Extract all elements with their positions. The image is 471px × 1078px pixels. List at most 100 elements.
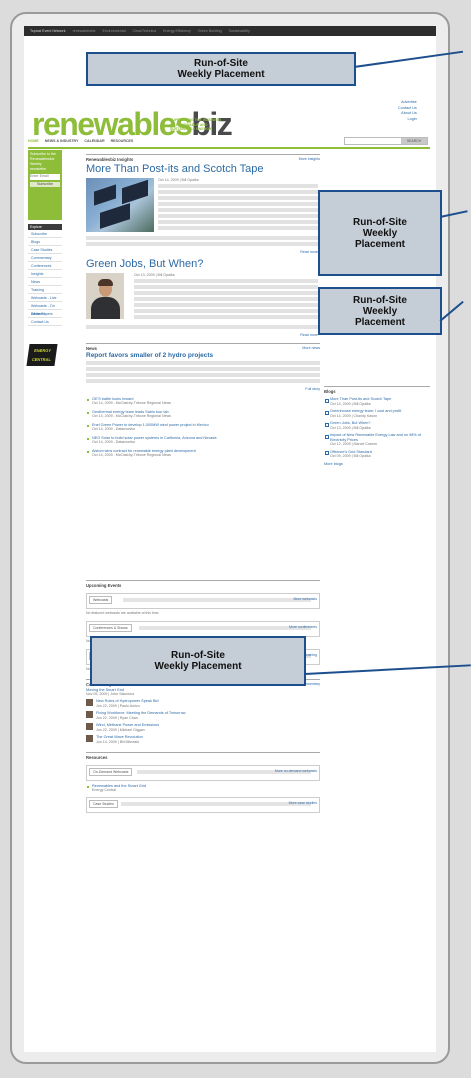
news-lead-title[interactable]: Report favors smaller of 2 hydro project… xyxy=(86,352,320,359)
text-line xyxy=(134,315,318,319)
topbar-item[interactable]: Topical Event Network xyxy=(30,29,66,33)
right-placement-banner-2: Run-of-Site Weekly Placement xyxy=(318,287,442,335)
topbar-item[interactable]: renewablesbiz xyxy=(73,29,96,33)
about-link[interactable]: About Us xyxy=(398,111,417,117)
insight-body: Oct 14, 2009 | Bill Opalka xyxy=(158,178,318,230)
blog-link[interactable]: Impact of New Renewable Energy Law and o… xyxy=(330,433,430,442)
resources-header: Resources xyxy=(86,752,320,761)
sidebar-item[interactable]: Commentary xyxy=(28,254,62,262)
topbar-item[interactable]: Energy Efficiency xyxy=(163,29,191,33)
sidebar-item[interactable]: Conferences xyxy=(28,262,62,270)
text-line xyxy=(158,220,318,224)
commentary-link[interactable]: New Roles of Hydropower Speak Bid xyxy=(96,699,158,704)
more-news-link[interactable]: More news xyxy=(302,346,320,352)
more-webcasts-link[interactable]: More webcasts xyxy=(293,597,317,601)
placement-label: Weekly Placement xyxy=(177,69,265,80)
commentary-link[interactable]: Wind, Methane Power and Emissions xyxy=(96,723,159,728)
news-header: News More news xyxy=(86,343,320,352)
blog-date: Oct 14, 2009 | Chandy Kason xyxy=(330,413,378,418)
sidebar-item[interactable]: Webcasts - Live xyxy=(28,294,62,302)
sidebar-item[interactable]: Case Studies xyxy=(28,246,62,254)
sidebar-item[interactable]: Webcasts - On Demand xyxy=(28,302,62,316)
list-item: Enel Green Power to develop 1,000MW wind… xyxy=(86,423,320,431)
insight-headline[interactable]: More Than Post-its and Scotch Tape xyxy=(86,163,320,176)
placement-label: Run-of-Site xyxy=(194,58,248,69)
text-line xyxy=(134,309,318,313)
news-source: Oct 14, 2009 - McClatchy-Tribune Regiona… xyxy=(92,414,171,418)
nav-home[interactable]: HOME xyxy=(28,139,39,143)
text-line xyxy=(134,285,318,289)
right-placement-banner-1: Run-of-Site Weekly Placement xyxy=(318,190,442,276)
placement-label: Run-of-Site xyxy=(353,294,407,306)
commentary-item: The Great Wave Revolution Jun 14, 2009 | … xyxy=(86,735,320,744)
more-blogs-link[interactable]: More blogs xyxy=(324,462,430,466)
search-input[interactable]: SEARCH xyxy=(344,137,428,145)
login-link[interactable]: Login xyxy=(398,117,416,123)
tab-conferences[interactable]: Conferences & Shows xyxy=(89,624,132,632)
tab-webcasts[interactable]: Webcasts xyxy=(89,596,113,604)
text-line xyxy=(158,190,318,194)
insights-header: Renewablesbiz Insights More insights xyxy=(86,154,320,163)
sidebar-item[interactable]: Insights xyxy=(28,270,62,278)
more-ondemand-link[interactable]: More on-demand webcasts xyxy=(275,769,317,773)
read-more-link[interactable]: Read more xyxy=(86,333,318,337)
sidebar-item[interactable]: Contact Us xyxy=(28,318,62,326)
list-item: Alstom wins contract for renewable energ… xyxy=(86,449,320,457)
text-line xyxy=(134,303,318,307)
page-bottom xyxy=(24,1052,436,1054)
more-case-studies-link[interactable]: More case studies xyxy=(289,801,317,805)
more-conferences-link[interactable]: More conferences xyxy=(289,625,317,629)
commentary-item: New Roles of Hydropower Speak Bid Jun 22,… xyxy=(86,699,320,708)
list-item: GE'S battle looks Inward Oct 14, 2009 - … xyxy=(86,397,320,405)
commentary-item: Fixing Workforce: Meeting the Demands of… xyxy=(86,711,320,720)
topbar-item[interactable]: Sustainability xyxy=(229,29,250,33)
news-source: Oct 14, 2009 - McClatchy-Tribune Regiona… xyxy=(92,453,171,457)
author-thumbnail xyxy=(86,735,93,742)
commentary-item: Wind, Methane Power and Emissions Jun 22,… xyxy=(86,723,320,732)
article-date: Oct 13, 2009 | Bill Opalka xyxy=(134,273,175,277)
read-more-link[interactable]: Read more xyxy=(86,250,318,254)
resources-title: Resources xyxy=(86,755,108,760)
full-story-link[interactable]: Full story xyxy=(86,387,320,391)
sidebar-item[interactable]: News xyxy=(28,278,62,286)
nav-calendar[interactable]: CALENDAR xyxy=(84,139,104,143)
topbar-item[interactable]: Environmental xyxy=(103,29,126,33)
sidebar-item[interactable]: Subscribe xyxy=(28,230,62,238)
left-sidebar: Subscribe to the Renewablesbiz Weekly ne… xyxy=(26,150,62,366)
energy-central-badge[interactable]: ENERGY CENTRAL xyxy=(26,344,58,366)
ad-spacer xyxy=(86,462,320,580)
nav-news-industry[interactable]: NEWS & INDUSTRY xyxy=(45,139,79,143)
insight-article: Oct 13, 2009 | Bill Opalka Read more xyxy=(86,271,320,343)
right-column: Blogs More Than Post-its and Scotch Tape… xyxy=(324,386,430,466)
sidebar-item[interactable]: Blogs xyxy=(28,238,62,246)
commentary-link[interactable]: Fixing Workforce: Meeting the Demands of… xyxy=(96,711,186,716)
topbar-item[interactable]: CleanTechnica xyxy=(133,29,157,33)
newsletter-text: newsletter xyxy=(30,167,47,171)
header-links: Advertise Contact Us About Us Login xyxy=(398,100,417,122)
placement-label: Run-of-Site xyxy=(353,216,407,228)
topbar-item[interactable]: Green Building xyxy=(198,29,222,33)
more-insights-link[interactable]: More insights xyxy=(299,157,320,163)
resource-source: Energy Central xyxy=(92,788,116,792)
text-line xyxy=(158,208,318,212)
middle-placement-banner: Run-of-Site Weekly Placement xyxy=(90,636,306,686)
article-date: Oct 14, 2009 | Bill Opalka xyxy=(158,178,199,182)
nav-resources[interactable]: RESOURCES xyxy=(111,139,134,143)
commentary-link[interactable]: The Great Wave Revolution xyxy=(96,735,143,740)
placement-label: Run-of-Site xyxy=(171,650,225,661)
email-field[interactable]: Enter Email xyxy=(30,174,60,180)
webpage: Topical Event Network renewablesbiz Envi… xyxy=(24,26,436,1054)
advertise-link[interactable]: Advertise xyxy=(398,100,417,106)
list-item: Green Jobs, But When? Oct 13, 2009 | Bil… xyxy=(324,421,430,430)
news-list: GE'S battle looks Inward Oct 14, 2009 - … xyxy=(86,397,320,457)
list-item: Geothermal energy team leads Sabin tour … xyxy=(86,410,320,418)
tab-ondemand[interactable]: On-Demand Webcasts xyxy=(89,768,133,776)
sidebar-item[interactable]: Training xyxy=(28,286,62,294)
insight-headline[interactable]: Green Jobs, But When? xyxy=(86,258,320,271)
placement-label: Placement xyxy=(354,238,406,250)
sidebar-item[interactable]: White Papers xyxy=(28,310,62,318)
tab-case-studies[interactable]: Case Studies xyxy=(89,800,118,808)
search-button[interactable]: SEARCH xyxy=(401,138,427,144)
text-line xyxy=(134,297,318,301)
subscribe-button[interactable]: Subscribe xyxy=(30,182,60,187)
